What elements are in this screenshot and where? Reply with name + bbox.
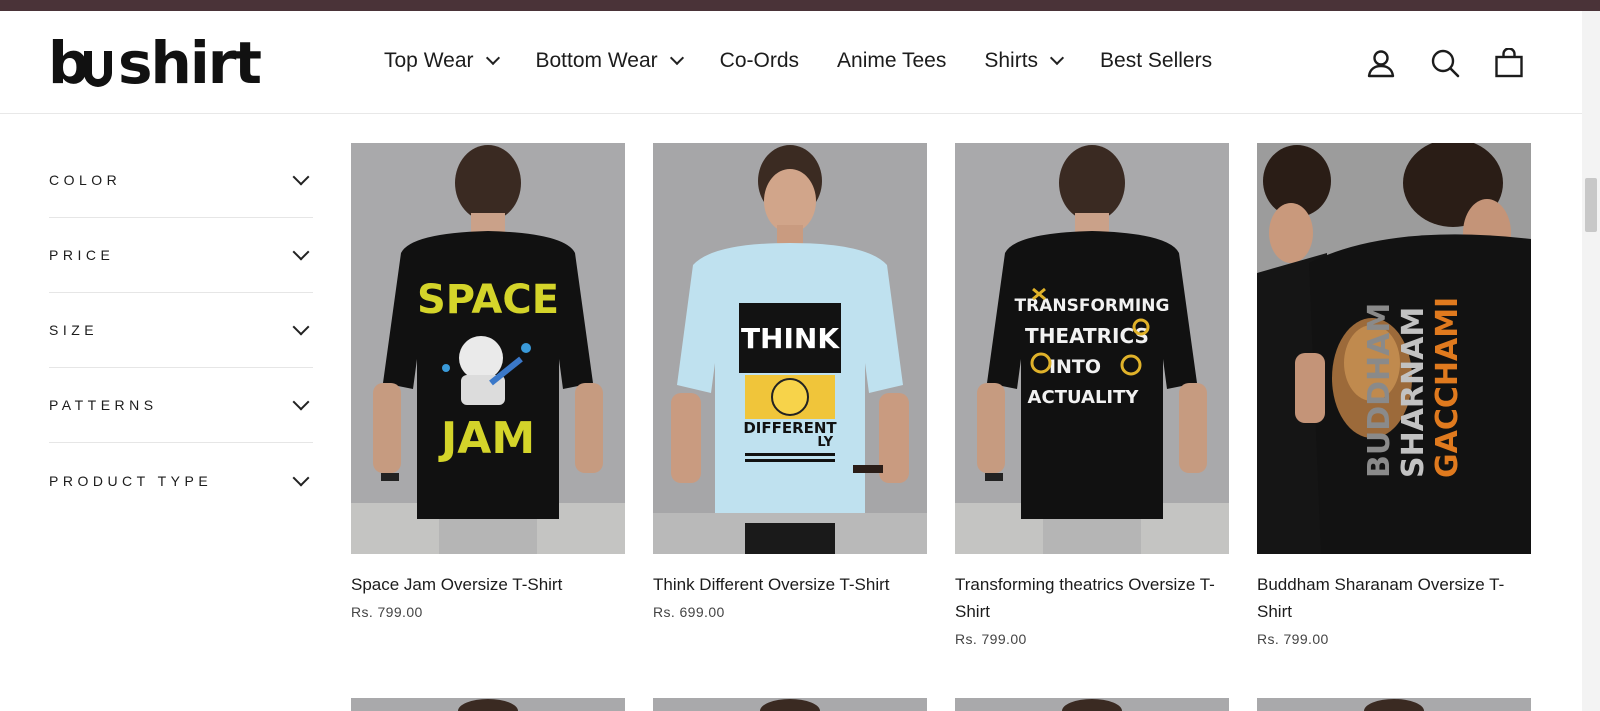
- product-image[interactable]: THINK DIFFERENT LY: [653, 143, 927, 554]
- svg-text:b: b: [48, 35, 88, 91]
- print-text: BUDDHAM: [1362, 303, 1397, 478]
- product-card[interactable]: TRANSFORMING THEATRICS INTO ACTUALITY Tr…: [955, 143, 1229, 647]
- print-text: THINK: [741, 322, 840, 355]
- print-text: ACTUALITY: [1028, 387, 1140, 408]
- main-nav: Top Wear Bottom Wear Co-Ords Anime Tees …: [384, 49, 1250, 73]
- chevron-down-icon: [292, 243, 310, 261]
- account-icon[interactable]: [1364, 46, 1398, 80]
- filter-price[interactable]: PRICE: [49, 218, 313, 293]
- nav-label: Top Wear: [384, 49, 474, 72]
- nav-label: Co-Ords: [719, 49, 800, 72]
- product-title[interactable]: Buddham Sharanam Oversize T-Shirt: [1257, 571, 1531, 625]
- filter-label: PRICE: [49, 247, 115, 263]
- product-card[interactable]: THINK DIFFERENT LY Think Different Overs…: [653, 143, 927, 620]
- brand-logo[interactable]: b shirt: [48, 29, 272, 97]
- print-text: TRANSFORMING: [1015, 296, 1170, 316]
- product-price: Rs. 799.00: [1257, 631, 1329, 647]
- product-image[interactable]: SPACE JAM: [351, 143, 625, 554]
- nav-bottom-wear[interactable]: Bottom Wear: [535, 49, 684, 73]
- chevron-down-icon: [669, 50, 684, 66]
- product-image[interactable]: TRANSFORMING THEATRICS INTO ACTUALITY: [955, 143, 1229, 554]
- filter-color[interactable]: COLOR: [49, 143, 313, 218]
- nav-top-wear[interactable]: Top Wear: [384, 49, 500, 73]
- chevron-down-icon: [292, 168, 310, 186]
- nav-label: Bottom Wear: [535, 49, 658, 72]
- filter-product-type[interactable]: PRODUCT TYPE: [49, 443, 313, 518]
- print-text: INTO: [1049, 356, 1101, 378]
- print-text: SHARNAM: [1396, 307, 1431, 478]
- cart-icon[interactable]: [1492, 46, 1526, 80]
- product-title[interactable]: Think Different Oversize T-Shirt: [653, 571, 927, 598]
- print-text: SPACE: [417, 277, 559, 323]
- nav-co-ords[interactable]: Co-Ords: [720, 49, 799, 73]
- filter-label: SIZE: [49, 322, 99, 338]
- product-card[interactable]: SPACE JAM Space Jam Oversize T-Shirt Rs.…: [351, 143, 625, 620]
- print-text: THEATRICS: [1025, 324, 1149, 348]
- product-price: Rs. 699.00: [653, 604, 725, 620]
- print-text: GACCHAMI: [1430, 297, 1465, 478]
- header-actions: [1364, 46, 1526, 80]
- nav-label: Shirts: [984, 49, 1039, 72]
- print-text: JAM: [438, 413, 535, 464]
- site-header: b shirt Top Wear Bottom Wear Co-Ords Ani…: [0, 11, 1582, 114]
- nav-shirts[interactable]: Shirts: [984, 49, 1065, 73]
- nav-label: Anime Tees: [837, 49, 947, 72]
- product-image-partial[interactable]: [351, 698, 625, 711]
- print-text: LY: [817, 435, 833, 450]
- filter-label: PATTERNS: [49, 397, 158, 413]
- filter-label: COLOR: [49, 172, 122, 188]
- product-image-partial[interactable]: [955, 698, 1229, 711]
- search-icon[interactable]: [1428, 46, 1462, 80]
- chevron-down-icon: [292, 318, 310, 336]
- chevron-down-icon: [485, 50, 500, 66]
- product-price: Rs. 799.00: [351, 604, 423, 620]
- svg-text:shirt: shirt: [118, 35, 261, 91]
- product-card[interactable]: BUDDHAM SHARNAM GACCHAMI Buddham Sharana…: [1257, 143, 1531, 647]
- filter-size[interactable]: SIZE: [49, 293, 313, 368]
- product-price: Rs. 799.00: [955, 631, 1027, 647]
- scrollbar-thumb[interactable]: [1585, 178, 1597, 232]
- nav-best-sellers[interactable]: Best Sellers: [1100, 49, 1212, 73]
- nav-anime-tees[interactable]: Anime Tees: [837, 49, 946, 73]
- product-image-partial[interactable]: [653, 698, 927, 711]
- bushirt-logo-icon: b shirt: [48, 29, 263, 97]
- product-title[interactable]: Transforming theatrics Oversize T-Shirt: [955, 571, 1229, 625]
- nav-label: Best Sellers: [1100, 49, 1213, 72]
- page-scrollbar[interactable]: [1582, 11, 1600, 711]
- announcement-bar: [0, 0, 1600, 11]
- chevron-down-icon: [1049, 50, 1065, 66]
- product-image-partial[interactable]: [1257, 698, 1531, 711]
- product-title[interactable]: Space Jam Oversize T-Shirt: [351, 571, 625, 598]
- filter-patterns[interactable]: PATTERNS: [49, 368, 313, 443]
- product-image[interactable]: BUDDHAM SHARNAM GACCHAMI: [1257, 143, 1531, 554]
- filter-label: PRODUCT TYPE: [49, 472, 213, 489]
- chevron-down-icon: [292, 393, 310, 411]
- filter-sidebar: COLOR PRICE SIZE PATTERNS PRODUCT TYPE: [49, 143, 313, 518]
- chevron-down-icon: [292, 469, 310, 486]
